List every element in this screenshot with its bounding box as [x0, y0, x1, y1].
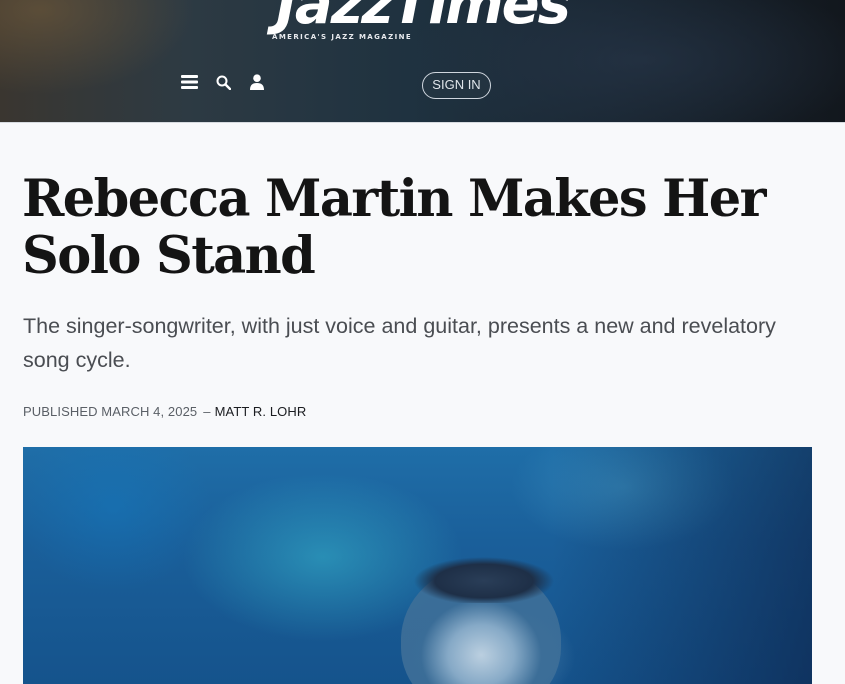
article-byline: PUBLISHED MARCH 4, 2025– MATT R. LOHR — [23, 403, 623, 421]
header-icon-bar — [180, 72, 282, 92]
search-icon[interactable] — [214, 73, 232, 91]
author-link[interactable]: MATT R. LOHR — [215, 404, 307, 419]
published-date: PUBLISHED MARCH 4, 2025 — [23, 404, 198, 419]
hero-portrait-hair — [409, 557, 559, 603]
hero-shadow — [552, 447, 812, 684]
site-header: JazzTimes AMERICA'S JAZZ MAGAZINE SIGN I… — [0, 0, 845, 123]
user-icon[interactable] — [248, 73, 266, 91]
sign-in-button[interactable]: SIGN IN — [422, 72, 491, 99]
byline-separator: – — [203, 404, 211, 419]
logo-wordmark: JazzTimes — [276, 0, 571, 37]
article-headline: Rebecca Martin Makes Her Solo Stand — [22, 169, 766, 286]
menu-icon[interactable] — [180, 73, 198, 91]
article-dek: The singer-songwriter, with just voice a… — [23, 314, 776, 372]
site-logo[interactable]: JazzTimes AMERICA'S JAZZ MAGAZINE — [270, 0, 575, 41]
hero-image — [23, 447, 812, 684]
